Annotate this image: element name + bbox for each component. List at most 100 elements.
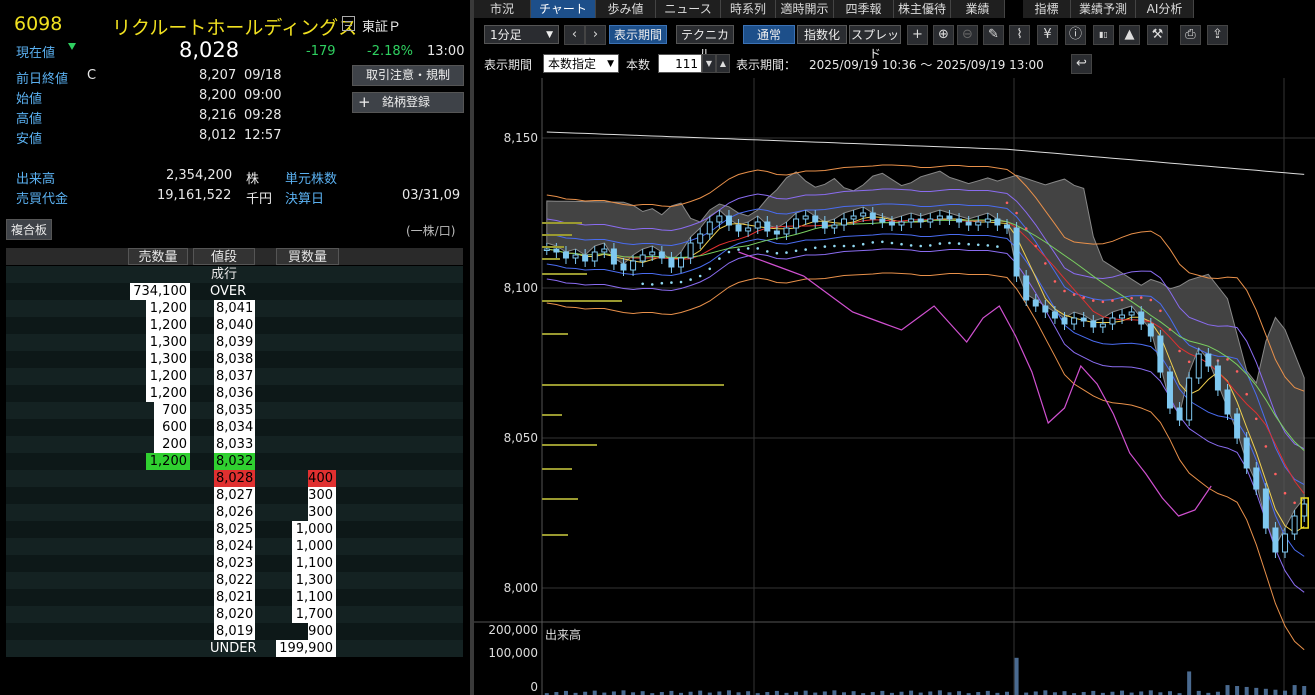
board-price[interactable]: 8,021 xyxy=(214,589,255,606)
sell-qty[interactable]: 200 xyxy=(154,436,190,453)
board-price[interactable]: UNDER xyxy=(210,640,260,657)
board-row[interactable]: 8,025 1,000 xyxy=(6,521,463,538)
sell-qty[interactable]: 700 xyxy=(154,402,190,419)
buy-qty[interactable]: 300 xyxy=(308,487,336,504)
board-row[interactable]: 8,019 900 xyxy=(6,623,463,640)
board-price[interactable]: 8,027 xyxy=(214,487,255,504)
board-title-button[interactable]: 複合板 xyxy=(6,219,53,240)
tab-10[interactable]: 業績予測 xyxy=(1071,0,1136,18)
board-price[interactable]: 8,040 xyxy=(214,317,255,334)
board-row[interactable]: 8,024 1,000 xyxy=(6,538,463,555)
sell-qty[interactable]: 1,200 xyxy=(146,317,190,334)
count-down-icon[interactable]: ▼ xyxy=(702,54,716,73)
board-price[interactable]: 8,032 xyxy=(214,453,255,470)
sell-qty[interactable]: 1,200 xyxy=(146,453,190,470)
tab-3[interactable]: ニュース xyxy=(656,0,721,18)
buy-qty[interactable]: 1,100 xyxy=(292,589,336,606)
buy-qty[interactable]: 1,000 xyxy=(292,521,336,538)
wrench-icon[interactable]: ⚒ xyxy=(1147,25,1168,45)
next-arrow-icon[interactable]: › xyxy=(585,25,606,45)
interval-select[interactable]: 1分足 ▼ xyxy=(484,25,559,44)
board-price[interactable]: 8,025 xyxy=(214,521,255,538)
board-row[interactable]: 1,300 8,039 xyxy=(6,334,463,351)
board-row[interactable]: 1,200 8,040 xyxy=(6,317,463,334)
board-row[interactable]: 8,022 1,300 xyxy=(6,572,463,589)
tab-0[interactable]: 市況 xyxy=(474,0,531,18)
board-price[interactable]: 8,024 xyxy=(214,538,255,555)
period-button[interactable]: 表示期間 xyxy=(609,25,667,44)
tab-7[interactable]: 株主優待 xyxy=(894,0,951,18)
sell-qty[interactable]: 1,200 xyxy=(146,300,190,317)
undo-icon[interactable]: ↩ xyxy=(1071,54,1092,74)
board-price[interactable]: 8,035 xyxy=(214,402,255,419)
pen-icon[interactable]: ✎ xyxy=(983,25,1004,45)
board-row[interactable]: 734,100 OVER xyxy=(6,283,463,300)
register-stock-button[interactable]: + 銘柄登録 xyxy=(352,92,464,113)
sell-qty[interactable]: 1,300 xyxy=(146,351,190,368)
board-row[interactable]: 200 8,033 xyxy=(6,436,463,453)
count-mode-select[interactable]: 本数指定 ▼ xyxy=(543,54,619,73)
board-price[interactable]: 8,020 xyxy=(214,606,255,623)
tab-9[interactable]: 指標 xyxy=(1023,0,1071,18)
board-price[interactable]: 8,041 xyxy=(214,300,255,317)
price-chart[interactable]: 8,150 8,100 8,050 8,000 200,000 100,000 0 出来高 xyxy=(474,78,1315,695)
technical-button[interactable]: テクニカル xyxy=(676,25,734,61)
board-price[interactable]: OVER xyxy=(210,283,260,300)
board-row[interactable]: UNDER 199,900 xyxy=(6,640,463,657)
index-button[interactable]: 指数化 xyxy=(797,25,847,44)
tab-1[interactable]: チャート xyxy=(531,0,596,18)
sell-qty[interactable]: 734,100 xyxy=(130,283,190,300)
board-row[interactable]: 8,020 1,700 xyxy=(6,606,463,623)
board-price[interactable]: 8,038 xyxy=(214,351,255,368)
board-row[interactable]: 8,027 300 xyxy=(6,487,463,504)
board-price[interactable]: 8,037 xyxy=(214,368,255,385)
area-chart-icon[interactable]: ▲ xyxy=(1119,25,1140,45)
buy-qty[interactable]: 300 xyxy=(308,504,336,521)
buy-qty[interactable]: 1,000 xyxy=(292,538,336,555)
export-icon[interactable]: ⇪ xyxy=(1207,25,1228,45)
count-up-icon[interactable]: ▲ xyxy=(716,54,730,73)
sell-qty[interactable]: 1,300 xyxy=(146,334,190,351)
board-row[interactable]: 1,200 8,041 xyxy=(6,300,463,317)
board-row[interactable]: 1,300 8,038 xyxy=(6,351,463,368)
crosshair-icon[interactable]: + xyxy=(907,25,928,45)
info-icon[interactable]: ⓘ xyxy=(1065,25,1086,45)
sell-qty[interactable]: 600 xyxy=(154,419,190,436)
zoom-in-icon[interactable]: ⊕ xyxy=(933,25,954,45)
zoom-out-icon[interactable]: ⊖ xyxy=(957,25,978,45)
tab-5[interactable]: 適時開示 xyxy=(776,0,834,18)
buy-qty[interactable]: 900 xyxy=(308,623,336,640)
spread-button[interactable]: スプレッド xyxy=(849,25,901,61)
count-input[interactable]: 111 xyxy=(658,54,702,73)
board-price[interactable]: 8,019 xyxy=(214,623,255,640)
board-price[interactable]: 8,034 xyxy=(214,419,255,436)
market-doc-icon[interactable] xyxy=(342,16,355,31)
board-row[interactable]: 8,026 300 xyxy=(6,504,463,521)
prev-arrow-icon[interactable]: ‹ xyxy=(564,25,585,45)
board-row[interactable]: 1,200 8,037 xyxy=(6,368,463,385)
buy-qty[interactable]: 400 xyxy=(308,470,336,487)
tab-8[interactable]: 業績 xyxy=(951,0,1005,18)
sell-qty[interactable]: 1,200 xyxy=(146,385,190,402)
board-row[interactable]: 8,028 400 xyxy=(6,470,463,487)
yen-icon[interactable]: ¥ xyxy=(1037,25,1058,45)
tab-4[interactable]: 時系列 xyxy=(721,0,776,18)
tab-6[interactable]: 四季報 xyxy=(834,0,894,18)
board-price[interactable]: 8,033 xyxy=(214,436,255,453)
board-row[interactable]: 1,200 8,032 xyxy=(6,453,463,470)
normal-button[interactable]: 通常 xyxy=(743,25,795,44)
board-price[interactable]: 8,028 xyxy=(214,470,255,487)
candle-icon[interactable]: ▮▯ xyxy=(1093,25,1114,45)
buy-qty[interactable]: 1,300 xyxy=(292,572,336,589)
board-row[interactable]: 8,021 1,100 xyxy=(6,589,463,606)
board-price[interactable]: 8,036 xyxy=(214,385,255,402)
buy-qty[interactable]: 199,900 xyxy=(276,640,336,657)
board-row[interactable]: 1,200 8,036 xyxy=(6,385,463,402)
print-icon[interactable]: ⎙ xyxy=(1180,25,1201,45)
board-price[interactable]: 8,026 xyxy=(214,504,255,521)
trade-caution-button[interactable]: 取引注意・規制 xyxy=(352,65,464,86)
board-row[interactable]: 700 8,035 xyxy=(6,402,463,419)
buy-qty[interactable]: 1,100 xyxy=(292,555,336,572)
line-tool-icon[interactable]: ⌇ xyxy=(1009,25,1030,45)
sell-qty[interactable]: 1,200 xyxy=(146,368,190,385)
